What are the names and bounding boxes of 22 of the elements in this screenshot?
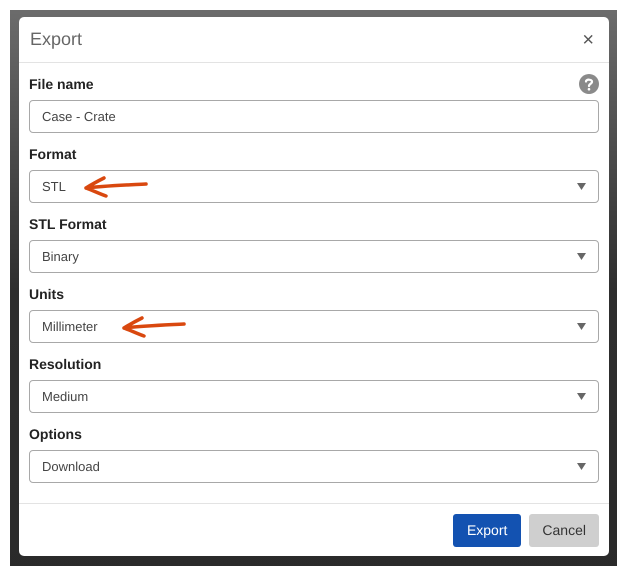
field-label: Units xyxy=(29,284,64,304)
dropdown-caret-icon xyxy=(577,323,586,330)
cancel-button[interactable]: Cancel xyxy=(529,514,599,546)
close-button[interactable]: × xyxy=(582,30,594,50)
field-label: Resolution xyxy=(29,354,102,374)
dropdown-caret-icon xyxy=(577,463,586,470)
field-label: Options xyxy=(29,424,82,444)
dropdown-field[interactable]: Medium xyxy=(29,380,599,413)
dropdown-field[interactable]: STL xyxy=(29,170,599,203)
field-label: File name xyxy=(29,74,94,94)
dropdown-caret-icon xyxy=(577,253,586,260)
field-label: STL Format xyxy=(29,214,107,234)
export-button[interactable]: Export xyxy=(452,514,522,546)
dropdown-field[interactable]: Binary xyxy=(29,240,599,273)
dialog-title: Export xyxy=(30,28,82,51)
help-icon[interactable] xyxy=(579,74,599,94)
dropdown-caret-icon xyxy=(577,183,586,190)
file-name-field[interactable]: Case - Crate xyxy=(29,100,599,133)
dropdown-caret-icon xyxy=(577,393,586,400)
dropdown-field[interactable]: Download xyxy=(29,450,599,483)
field-label: Format xyxy=(29,144,76,164)
dropdown-field[interactable]: Millimeter xyxy=(29,310,599,343)
